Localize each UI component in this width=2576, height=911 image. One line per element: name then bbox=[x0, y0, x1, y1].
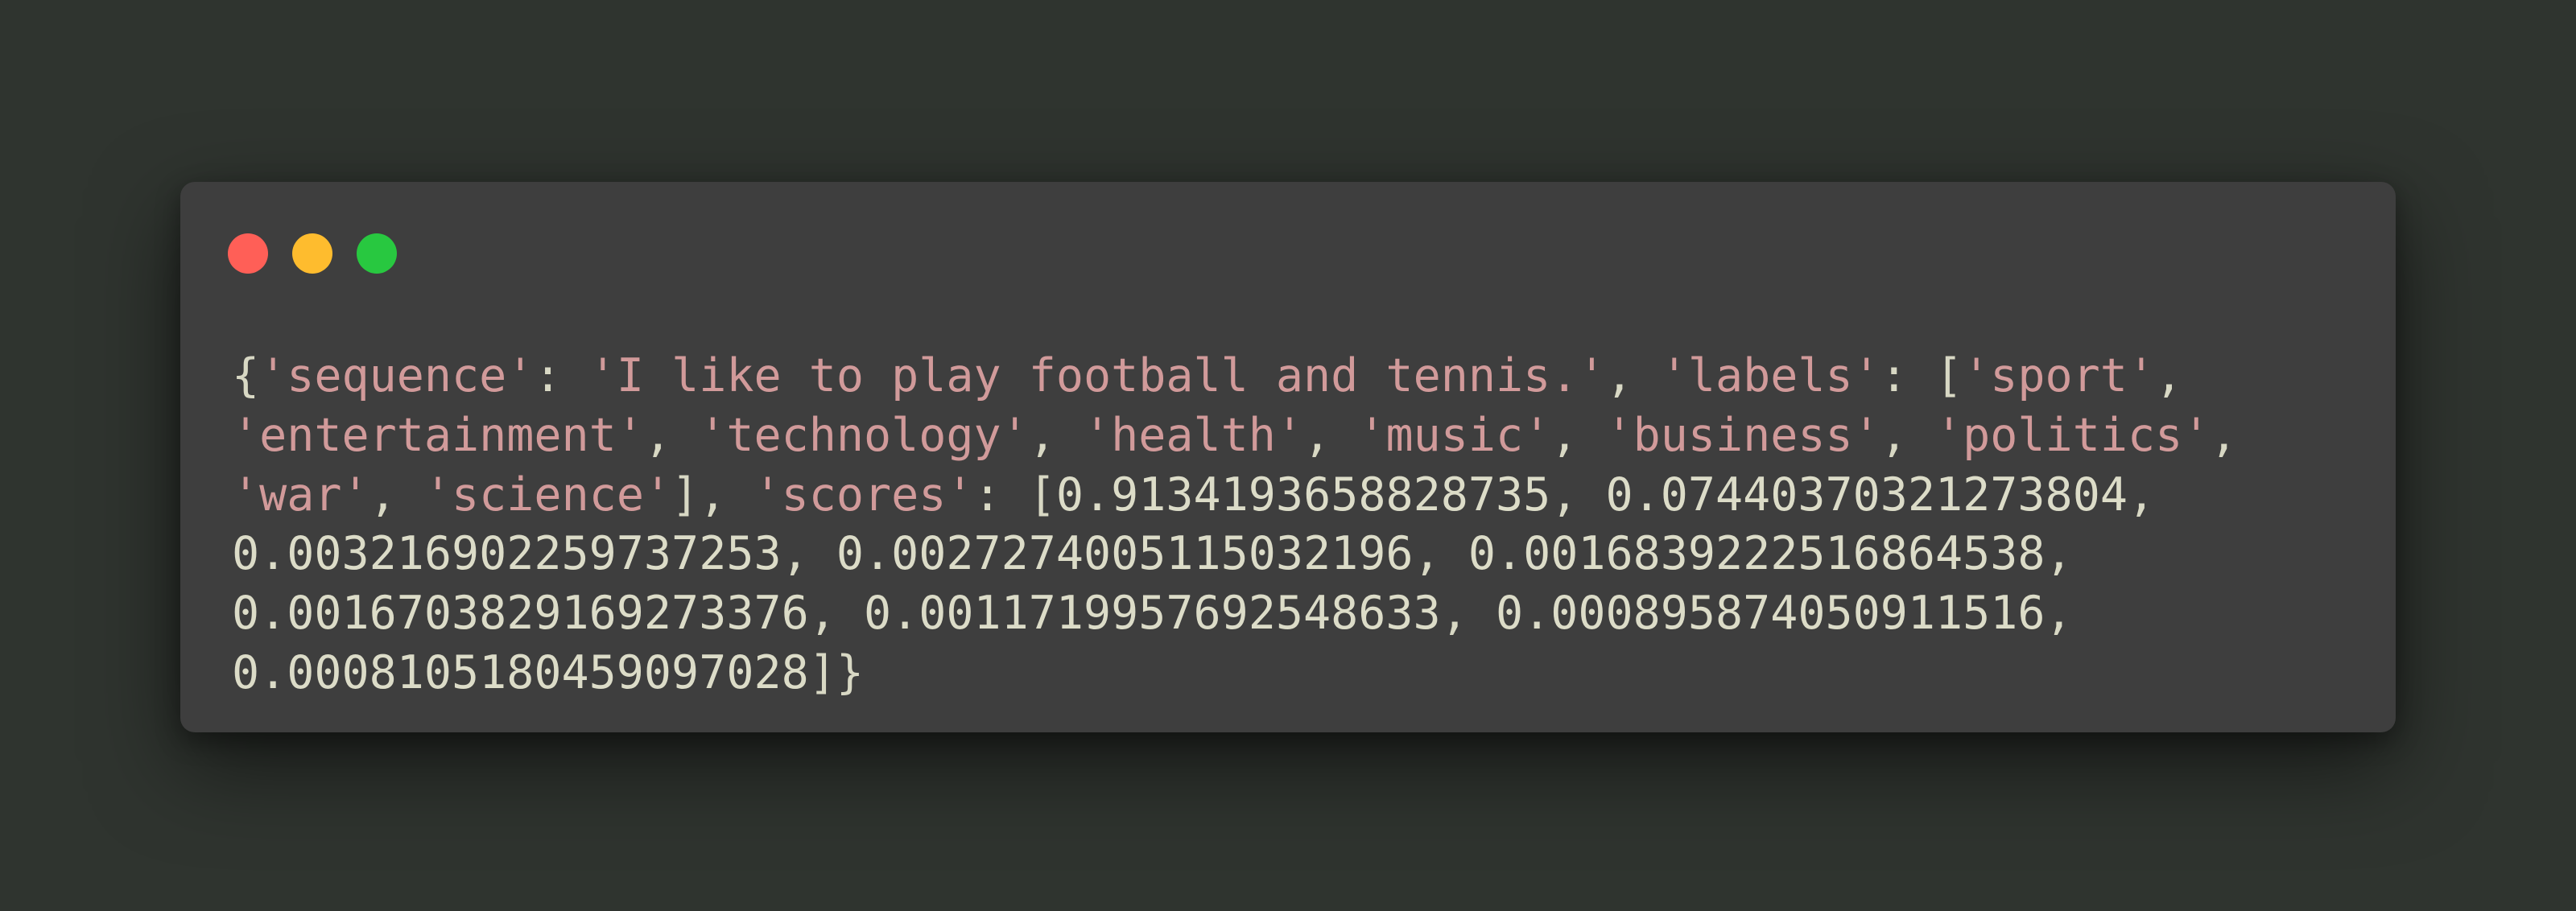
punctuation-token: , bbox=[1440, 587, 1496, 641]
punctuation-token: : bbox=[534, 349, 589, 402]
punctuation-token: ]} bbox=[808, 645, 864, 699]
punctuation-token: , bbox=[2210, 408, 2238, 462]
punctuation-token: { bbox=[232, 349, 260, 402]
punctuation-token: , bbox=[1413, 527, 1468, 581]
code-line: 'entertainment', 'technology', 'health',… bbox=[232, 406, 2237, 466]
code-line: 0.0016703829169273376, 0.001171995769254… bbox=[232, 584, 2237, 644]
punctuation-token: , bbox=[369, 468, 424, 521]
punctuation-token: , bbox=[808, 587, 864, 641]
code-line: 0.0008105180459097028]} bbox=[232, 644, 2237, 703]
minimize-button[interactable] bbox=[292, 233, 332, 274]
number-token: 0.07440370321273804 bbox=[1605, 468, 2128, 521]
punctuation-token: , bbox=[1028, 408, 1084, 462]
number-token: 0.000895874050911516 bbox=[1495, 587, 2046, 641]
punctuation-token: , bbox=[781, 527, 836, 581]
string-token: 'sport' bbox=[1963, 349, 2156, 402]
code-line: {'sequence': 'I like to play football an… bbox=[232, 347, 2237, 406]
string-token: 'science' bbox=[423, 468, 672, 521]
punctuation-token: : [ bbox=[1880, 349, 1963, 402]
string-token: 'health' bbox=[1084, 408, 1304, 462]
punctuation-token: , bbox=[2127, 468, 2156, 521]
punctuation-token: , bbox=[1550, 468, 1606, 521]
number-token: 0.0016839222516864538 bbox=[1468, 527, 2046, 581]
number-token: 0.0011719957692548633 bbox=[863, 587, 1441, 641]
code-line: 0.003216902259737253, 0.0027274005115032… bbox=[232, 525, 2237, 584]
number-token: 0.0016703829169273376 bbox=[232, 587, 809, 641]
punctuation-token: ], bbox=[671, 468, 754, 521]
string-token: 'sequence' bbox=[259, 349, 535, 402]
string-token: 'music' bbox=[1358, 408, 1551, 462]
code-window: {'sequence': 'I like to play football an… bbox=[180, 182, 2396, 732]
punctuation-token: , bbox=[643, 408, 700, 462]
string-token: 'labels' bbox=[1660, 349, 1880, 402]
string-token: 'I like to play football and tennis.' bbox=[588, 349, 1606, 402]
punctuation-token: : [ bbox=[973, 468, 1056, 521]
string-token: 'war' bbox=[232, 468, 369, 521]
string-token: 'scores' bbox=[753, 468, 974, 521]
code-line: 'war', 'science'], 'scores': [0.91341936… bbox=[232, 466, 2237, 526]
close-button[interactable] bbox=[228, 233, 268, 274]
number-token: 0.0027274005115032196 bbox=[836, 527, 1414, 581]
punctuation-token: , bbox=[2045, 587, 2073, 641]
punctuation-token: , bbox=[1605, 349, 1661, 402]
string-token: 'entertainment' bbox=[232, 408, 644, 462]
number-token: 0.003216902259737253 bbox=[232, 527, 782, 581]
code-block: {'sequence': 'I like to play football an… bbox=[232, 347, 2237, 703]
punctuation-token: , bbox=[1550, 408, 1606, 462]
punctuation-token: , bbox=[1303, 408, 1359, 462]
maximize-button[interactable] bbox=[357, 233, 397, 274]
number-token: 0.0008105180459097028 bbox=[232, 645, 809, 699]
string-token: 'technology' bbox=[699, 408, 1029, 462]
number-token: 0.9134193658828735 bbox=[1055, 468, 1551, 521]
punctuation-token: , bbox=[1880, 408, 1936, 462]
string-token: 'business' bbox=[1605, 408, 1880, 462]
punctuation-token: , bbox=[2155, 349, 2183, 402]
string-token: 'politics' bbox=[1935, 408, 2211, 462]
punctuation-token: , bbox=[2045, 527, 2073, 581]
